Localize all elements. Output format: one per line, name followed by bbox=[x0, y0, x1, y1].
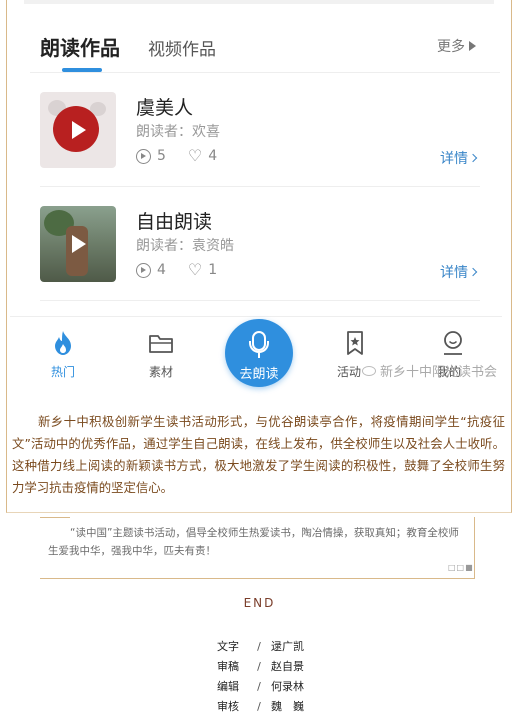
tab-reading-works[interactable]: 朗读作品 bbox=[40, 32, 120, 61]
microphone-icon-base bbox=[249, 341, 269, 353]
work-stats: 5 ♡ 4 bbox=[136, 148, 217, 164]
play-count-icon bbox=[136, 262, 151, 278]
like-count: 4 bbox=[208, 148, 218, 164]
credit-role: 审稿 bbox=[217, 660, 239, 673]
play-count: 4 bbox=[157, 262, 166, 278]
watermark-text: 新乡十中阳光读书会 bbox=[380, 365, 498, 380]
quote-box-corner bbox=[40, 517, 70, 518]
quote-text: “读中国”主题读书活动，倡导全校师生热爱读书，陶冶情操，获取真知；教育全校师生爱… bbox=[48, 527, 459, 557]
list-item[interactable]: 虞美人 朗读者：欢喜 5 ♡ 4 详情 bbox=[40, 92, 480, 172]
detail-label: 详情 bbox=[440, 265, 468, 281]
user-icon bbox=[444, 331, 462, 355]
divider bbox=[30, 72, 500, 73]
credit-row: 审稿 / 赵自景 bbox=[217, 657, 304, 677]
chevron-right-icon bbox=[468, 267, 478, 277]
play-icon bbox=[72, 235, 86, 253]
more-link[interactable]: 更多 bbox=[437, 36, 476, 56]
watermark: 新乡十中阳光读书会 bbox=[362, 361, 497, 380]
quote-ornament: □□■ bbox=[448, 563, 474, 572]
detail-label: 详情 bbox=[440, 151, 468, 167]
heart-icon[interactable]: ♡ bbox=[188, 262, 202, 278]
like-count: 1 bbox=[208, 262, 218, 278]
list-item[interactable]: 自由朗读 朗读者：袁资皓 4 ♡ 1 详情 bbox=[40, 206, 480, 286]
credit-row: 审核 / 魏 巍 bbox=[217, 697, 304, 717]
work-reader: 朗读者：袁资皓 bbox=[136, 238, 234, 254]
detail-link[interactable]: 详情 bbox=[440, 148, 478, 168]
work-stats: 4 ♡ 1 bbox=[136, 262, 217, 278]
credit-row: 文字 / 逯广凯 bbox=[217, 637, 304, 657]
article-paragraph: 新乡十中积极创新学生读书活动形式，与优谷朗读亭合作，将疫情期间学生“抗疫征文”活… bbox=[12, 414, 505, 495]
work-title: 虞美人 bbox=[136, 97, 194, 119]
play-icon bbox=[72, 121, 86, 139]
credit-name: 赵自景 bbox=[271, 660, 304, 673]
tab-video-works[interactable]: 视频作品 bbox=[148, 35, 216, 60]
credit-name: 逯广凯 bbox=[271, 640, 304, 653]
chevron-right-icon bbox=[468, 153, 478, 163]
end-marker: END bbox=[243, 596, 276, 610]
credit-row: 编辑 / 何录林 bbox=[217, 677, 304, 697]
microphone-icon-stem bbox=[258, 353, 260, 358]
nav-item-hot[interactable]: 热门 bbox=[28, 329, 98, 380]
wechat-icon bbox=[362, 365, 376, 376]
divider bbox=[40, 300, 480, 301]
detail-link[interactable]: 详情 bbox=[440, 262, 478, 282]
folder-icon bbox=[149, 335, 173, 353]
credit-role: 编辑 bbox=[217, 680, 239, 693]
play-count-icon bbox=[136, 148, 151, 164]
credit-name: 何录林 bbox=[271, 680, 304, 693]
nav-item-material[interactable]: 素材 bbox=[126, 329, 196, 380]
work-thumbnail[interactable] bbox=[40, 92, 116, 168]
credits: 文字 / 逯广凯 审稿 / 赵自景 编辑 / 何录林 审核 / 魏 巍 bbox=[217, 637, 304, 717]
divider bbox=[40, 186, 480, 187]
flame-icon bbox=[55, 331, 71, 355]
nav-label: 素材 bbox=[148, 365, 173, 379]
credit-separator: / bbox=[257, 660, 261, 673]
heart-icon[interactable]: ♡ bbox=[188, 148, 202, 164]
bookmark-icon bbox=[347, 331, 363, 355]
work-thumbnail[interactable] bbox=[40, 206, 116, 282]
nav-label: 热门 bbox=[50, 365, 75, 379]
works-tabs: 朗读作品 视频作品 更多 bbox=[40, 30, 480, 74]
play-count: 5 bbox=[157, 148, 166, 164]
credit-separator: / bbox=[257, 680, 261, 693]
go-read-label: 去朗读 bbox=[239, 367, 279, 382]
credit-separator: / bbox=[257, 700, 261, 713]
work-title: 自由朗读 bbox=[136, 211, 213, 233]
credit-role: 文字 bbox=[217, 640, 239, 653]
credit-role: 审核 bbox=[217, 700, 239, 713]
triangle-right-icon bbox=[469, 41, 476, 51]
work-reader: 朗读者：欢喜 bbox=[136, 124, 220, 140]
more-label: 更多 bbox=[437, 39, 465, 55]
go-read-button[interactable]: 去朗读 bbox=[225, 319, 293, 387]
top-divider bbox=[24, 0, 494, 4]
credit-separator: / bbox=[257, 640, 261, 653]
credit-name: 魏 巍 bbox=[271, 700, 304, 713]
